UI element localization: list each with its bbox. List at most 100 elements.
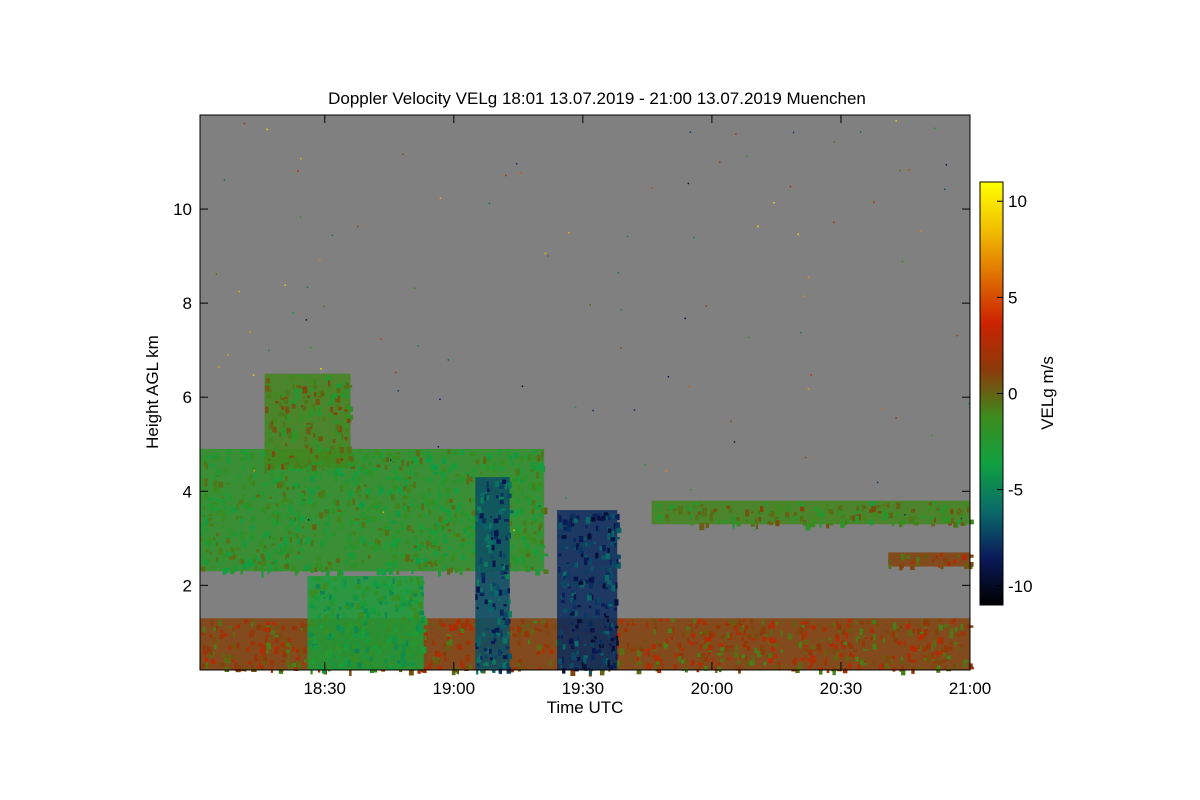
echo-pixel	[360, 617, 364, 623]
echo-pixel	[964, 563, 969, 569]
echo-pixel	[516, 484, 520, 492]
echo-pixel	[589, 643, 595, 647]
echo-pixel	[209, 552, 213, 555]
echo-pixel	[686, 505, 690, 510]
echo-pixel	[677, 506, 683, 513]
echo-pixel	[401, 594, 405, 601]
echo-pixel	[331, 463, 336, 469]
echo-pixel	[317, 557, 321, 562]
echo-pixel	[823, 661, 828, 666]
echo-pixel	[442, 508, 447, 512]
echo-pixel	[453, 463, 458, 469]
echo-pixel	[239, 531, 242, 534]
echo-pixel	[584, 558, 588, 565]
echo-pixel	[484, 561, 488, 567]
echo-pixel	[336, 613, 339, 620]
echo-pixel	[480, 496, 484, 504]
echo-pixel	[530, 628, 534, 635]
echo-pixel	[368, 554, 371, 559]
echo-pixel	[302, 662, 307, 665]
echo-pixel	[203, 461, 207, 467]
echo-pixel	[288, 499, 292, 504]
echo-pixel	[659, 658, 662, 665]
echo-pixel	[275, 506, 279, 509]
echo-pixel	[523, 631, 529, 638]
echo-pixel	[322, 416, 326, 422]
echo-pixel	[463, 527, 467, 534]
echo-pixel	[275, 446, 278, 452]
echo-pixel	[315, 583, 320, 589]
echo-pixel	[754, 517, 758, 523]
echo-pixel	[653, 628, 656, 635]
echo-pixel	[442, 458, 447, 464]
echo-pixel	[890, 658, 893, 665]
echo-pixel	[465, 472, 470, 475]
echo-pixel	[232, 631, 235, 638]
echo-pixel	[768, 653, 773, 658]
echo-pixel	[408, 601, 411, 607]
echo-pixel	[296, 462, 300, 468]
noise-speck	[803, 295, 805, 297]
echo-pixel	[297, 555, 302, 560]
echo-pixel	[607, 528, 612, 533]
echo-pixel	[383, 545, 387, 550]
echo-pixel	[933, 640, 937, 647]
echo-pixel	[658, 506, 661, 510]
echo-pixel	[402, 495, 408, 500]
echo-pixel	[351, 643, 356, 649]
echo-pixel	[244, 667, 247, 672]
echo-pixel	[240, 571, 243, 575]
echo-pixel	[478, 509, 483, 514]
echo-pixel	[620, 660, 624, 664]
echo-pixel	[857, 636, 861, 639]
echo-pixel	[303, 500, 306, 503]
echo-pixel	[282, 654, 287, 657]
echo-pixel	[432, 531, 438, 536]
echo-pixel	[282, 421, 286, 428]
echo-pixel	[417, 513, 422, 518]
echo-pixel	[854, 511, 858, 514]
echo-pixel	[595, 552, 599, 559]
echo-pixel	[382, 580, 386, 584]
echo-pixel	[308, 561, 311, 567]
y-tick-label: 4	[183, 482, 192, 501]
echo-pixel	[504, 519, 509, 522]
echo-pixel	[843, 641, 847, 645]
echo-pixel	[891, 656, 896, 660]
echo-pixel	[419, 523, 422, 528]
echo-pixel	[287, 638, 292, 643]
echo-pixel	[519, 475, 522, 483]
echo-pixel	[466, 567, 470, 571]
echo-pixel	[328, 440, 331, 443]
echo-pixel	[419, 621, 422, 625]
echo-pixel	[619, 648, 624, 656]
echo-pixel	[607, 533, 611, 541]
echo-pixel	[881, 504, 886, 507]
echo-pixel	[953, 642, 958, 645]
echo-pixel	[826, 648, 830, 653]
echo-pixel	[537, 629, 543, 632]
echo-pixel	[221, 518, 226, 521]
echo-pixel	[377, 484, 381, 490]
echo-pixel	[285, 476, 288, 481]
noise-speck	[490, 516, 493, 518]
echo-pixel	[926, 520, 930, 525]
echo-pixel	[241, 494, 245, 497]
echo-pixel	[882, 654, 886, 660]
echo-pixel	[322, 452, 327, 457]
echo-pixel	[420, 592, 424, 596]
echo-pixel	[917, 644, 920, 649]
echo-pixel	[376, 648, 382, 654]
echo-pixel	[282, 427, 287, 434]
echo-pixel	[429, 498, 434, 505]
echo-pixel	[695, 515, 699, 520]
echo-pixel	[318, 665, 322, 670]
echo-pixel	[385, 577, 389, 580]
echo-pixel	[293, 432, 299, 439]
echo-pixel	[346, 560, 349, 565]
echo-pixel	[451, 505, 456, 510]
echo-pixel	[215, 542, 218, 547]
echo-pixel	[588, 621, 593, 628]
echo-pixel	[269, 496, 272, 499]
echo-pixel	[943, 517, 948, 522]
